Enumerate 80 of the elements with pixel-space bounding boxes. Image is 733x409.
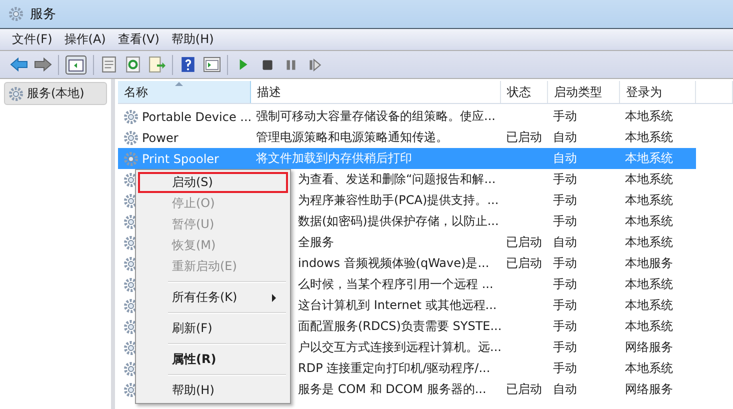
table-cell: 全服务 bbox=[298, 234, 334, 251]
menu-item[interactable]: 帮助(H) bbox=[165, 31, 220, 48]
table-cell: 网络服务 bbox=[625, 381, 673, 398]
table-cell: 这台计算机到 Internet 或其他远程... bbox=[298, 297, 497, 314]
menu-item[interactable]: 刷新(F) bbox=[138, 318, 288, 339]
menu-item[interactable]: 启动(S) bbox=[138, 172, 288, 193]
table-cell: 已启动 bbox=[506, 129, 542, 146]
table-cell: 自动 bbox=[553, 150, 577, 167]
table-cell: 手动 bbox=[553, 276, 577, 293]
menu-item[interactable]: 文件(F) bbox=[6, 31, 58, 48]
table-cell: RDP 连接重定向打印机/驱动程序/... bbox=[298, 360, 490, 377]
table-cell: 手动 bbox=[553, 108, 577, 125]
column-header[interactable]: 描述 bbox=[251, 81, 501, 103]
table-cell: 本地系统 bbox=[625, 276, 673, 293]
table-cell: 本地系统 bbox=[625, 297, 673, 314]
table-cell: 么时候，当某个程序引用一个远程 ... bbox=[298, 276, 494, 293]
column-header[interactable]: 登录为 bbox=[620, 81, 696, 103]
table-cell: 网络服务 bbox=[625, 339, 673, 356]
gear-icon bbox=[123, 150, 139, 166]
table-cell: 本地系统 bbox=[625, 234, 673, 251]
table-cell: 本地系统 bbox=[625, 318, 673, 335]
column-header[interactable]: 名称 bbox=[118, 81, 251, 103]
tree-label: 服务(本地) bbox=[27, 85, 84, 102]
menu-item[interactable]: 帮助(H) bbox=[138, 380, 288, 401]
refresh-icon[interactable] bbox=[124, 56, 142, 73]
table-cell: 管理电源策略和电源策略通知传递。 bbox=[256, 129, 448, 146]
table-cell: 自动 bbox=[553, 381, 577, 398]
gear-icon bbox=[123, 108, 139, 124]
table-cell: indows 音频视频体验(qWave)是... bbox=[298, 255, 490, 272]
gear-icon bbox=[8, 86, 24, 102]
table-cell: 自动 bbox=[553, 129, 577, 146]
table-cell: 本地系统 bbox=[625, 360, 673, 377]
table-cell: 为程序兼容性助手(PCA)提供支持。... bbox=[298, 192, 499, 209]
table-cell: 手动 bbox=[553, 297, 577, 314]
window-title: 服务 bbox=[30, 6, 56, 23]
help-icon[interactable] bbox=[179, 56, 197, 73]
sort-icon bbox=[175, 82, 183, 86]
table-cell: 强制可移动大容量存储设备的组策略。使应... bbox=[256, 108, 496, 125]
table-cell: 手动 bbox=[553, 255, 577, 272]
table-cell: 手动 bbox=[553, 213, 577, 230]
column-header[interactable]: 状态 bbox=[501, 81, 548, 103]
table-cell: 自动 bbox=[553, 234, 577, 251]
table-cell: 为查看、发送和删除“问题报告和解... bbox=[298, 171, 496, 188]
table-cell: 手动 bbox=[553, 360, 577, 377]
table-cell: 将文件加载到内存供稍后打印 bbox=[256, 150, 412, 167]
table-cell: 服务是 COM 和 DCOM 服务器的... bbox=[298, 381, 486, 398]
view-icon[interactable] bbox=[203, 56, 221, 73]
table-cell: 已启动 bbox=[506, 234, 542, 251]
table-cell: Power bbox=[142, 130, 178, 144]
table-cell: 本地系统 bbox=[625, 192, 673, 209]
menu-item[interactable]: 属性(R) bbox=[138, 349, 288, 370]
table-cell: 手动 bbox=[553, 318, 577, 335]
table-cell: 手动 bbox=[553, 192, 577, 209]
tree-item[interactable]: 服务(本地) bbox=[4, 82, 107, 105]
table-cell: 面配置服务(RDCS)负责需要 SYSTE... bbox=[298, 318, 501, 335]
table-cell: 手动 bbox=[553, 339, 577, 356]
table-cell: 数据(如密码)提供保护存储，以防止... bbox=[298, 213, 499, 230]
gear-icon bbox=[8, 6, 24, 22]
back-icon[interactable] bbox=[10, 56, 28, 73]
table-cell: 手动 bbox=[553, 171, 577, 188]
table-cell: 已启动 bbox=[506, 255, 542, 272]
menu-item[interactable]: 操作(A) bbox=[58, 31, 112, 48]
table-cell: 本地系统 bbox=[625, 108, 673, 125]
table-cell: Print Spooler bbox=[142, 152, 219, 166]
table-cell: 本地系统 bbox=[625, 129, 673, 146]
gear-icon bbox=[123, 130, 139, 146]
table-cell: 户以交互方式连接到远程计算机。远... bbox=[298, 339, 501, 356]
forward-icon[interactable] bbox=[34, 56, 52, 73]
menu-item[interactable]: 查看(V) bbox=[112, 31, 166, 48]
pane-toggle-icon[interactable] bbox=[65, 54, 87, 74]
table-cell: 本地服务 bbox=[625, 255, 673, 272]
export-icon[interactable] bbox=[148, 56, 166, 73]
table-cell: 已启动 bbox=[506, 381, 542, 398]
table-cell: 本地系统 bbox=[625, 213, 673, 230]
table-cell: 本地系统 bbox=[625, 171, 673, 188]
document-icon[interactable] bbox=[100, 56, 118, 73]
column-header[interactable]: 启动类型 bbox=[548, 81, 620, 103]
table-cell: 本地系统 bbox=[625, 150, 673, 167]
menu-item[interactable]: 所有任务(K) bbox=[138, 287, 288, 308]
table-cell: Portable Device ... bbox=[142, 110, 251, 124]
